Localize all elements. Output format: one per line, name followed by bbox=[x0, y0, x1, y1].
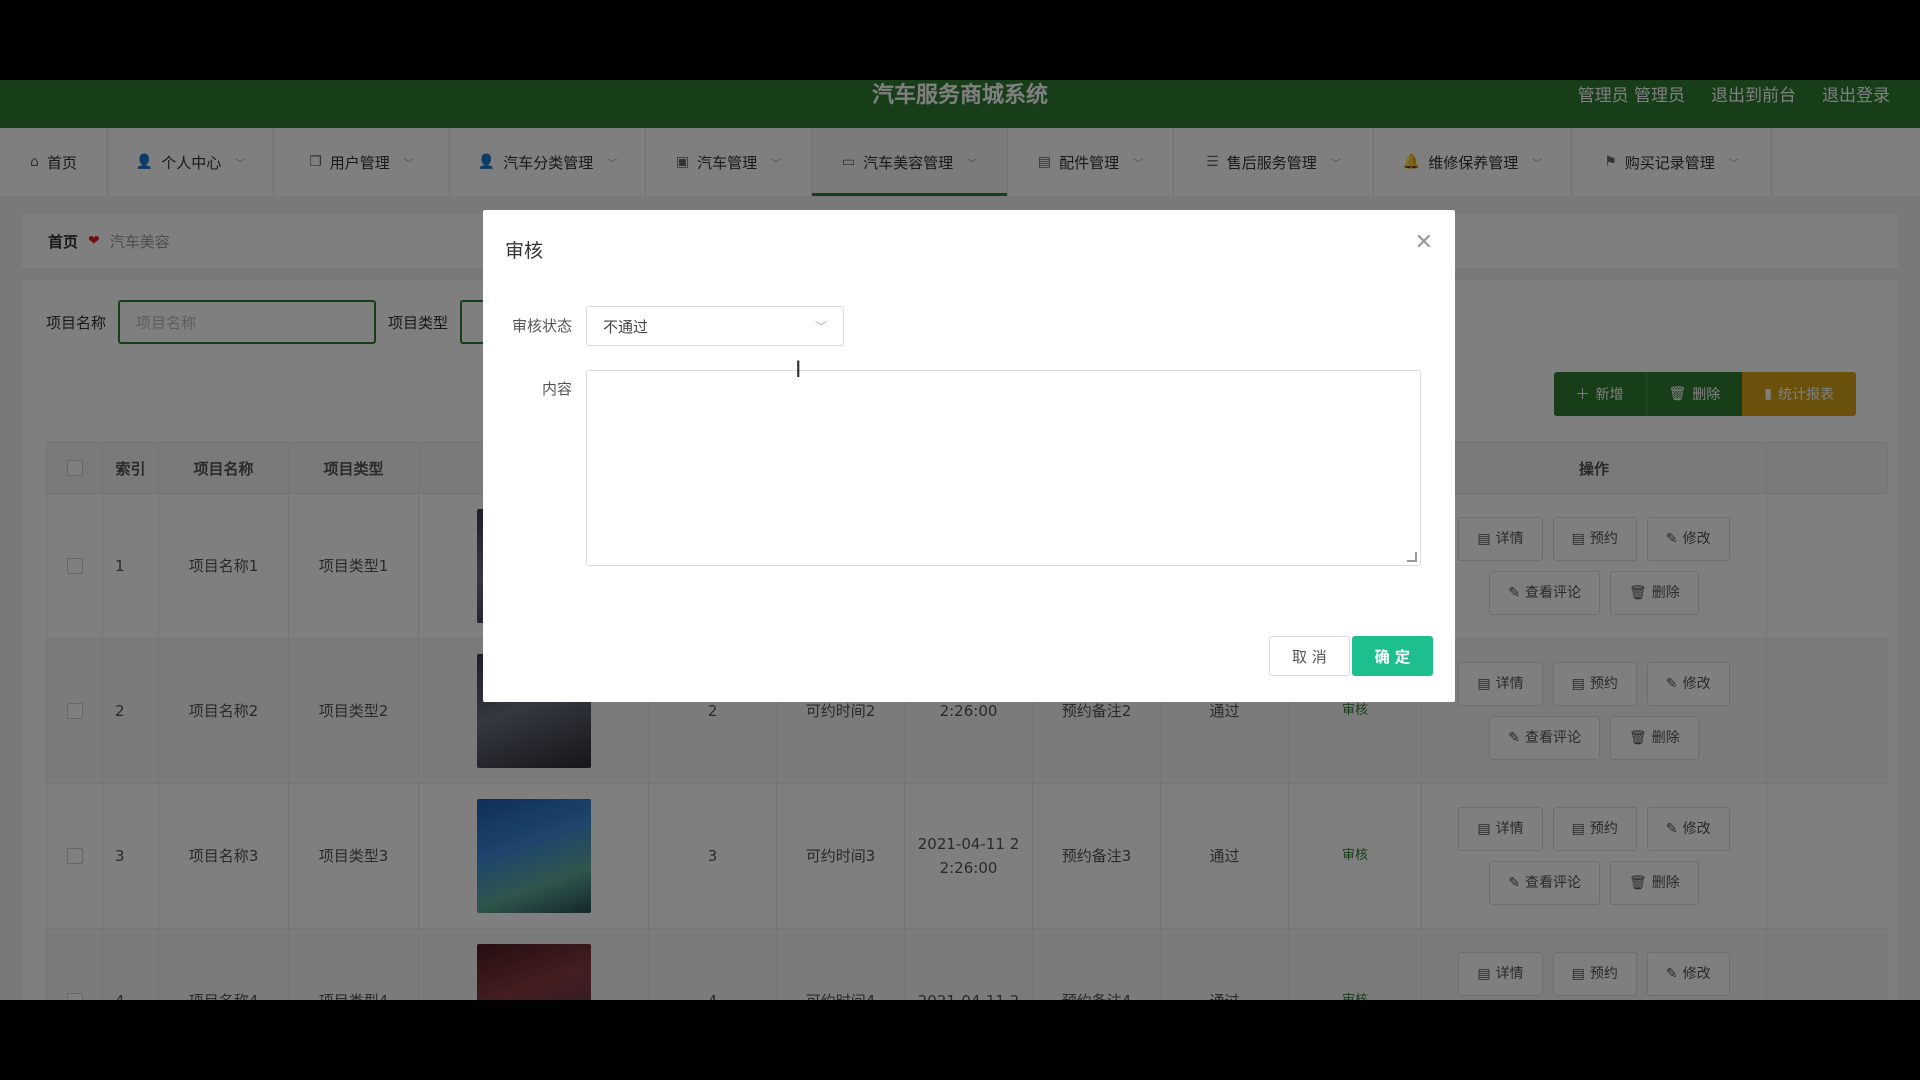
dialog-title: 审核 bbox=[505, 240, 544, 262]
content-textarea[interactable] bbox=[586, 370, 1421, 566]
cancel-button[interactable]: 取 消 bbox=[1268, 636, 1350, 676]
status-select[interactable]: 不通过 ﹀ bbox=[586, 306, 844, 346]
confirm-button[interactable]: 确 定 bbox=[1351, 636, 1433, 676]
status-select-value: 不通过 bbox=[603, 317, 649, 336]
content-label: 内容 bbox=[541, 380, 572, 398]
app-window: 汽车服务商城系统 管理员 管理员 退出到前台 退出登录 ⌂首页👤个人中心﹀❐用户… bbox=[0, 80, 1920, 1000]
text-cursor-icon: I bbox=[795, 358, 802, 383]
status-form-row: 审核状态 不通过 ﹀ bbox=[483, 306, 844, 346]
resize-handle-icon[interactable] bbox=[1407, 552, 1417, 562]
chevron-down-icon: ﹀ bbox=[814, 319, 827, 334]
audit-dialog: 审核 ✕ 审核状态 不通过 ﹀ 内容 取 消 确 定 bbox=[483, 210, 1455, 702]
close-icon[interactable]: ✕ bbox=[1415, 230, 1433, 255]
content-form-row: 内容 bbox=[483, 370, 1421, 566]
status-label: 审核状态 bbox=[511, 317, 572, 335]
screen: 汽车服务商城系统 管理员 管理员 退出到前台 退出登录 ⌂首页👤个人中心﹀❐用户… bbox=[0, 0, 1920, 1080]
dialog-footer: 取 消 确 定 bbox=[1268, 636, 1433, 676]
